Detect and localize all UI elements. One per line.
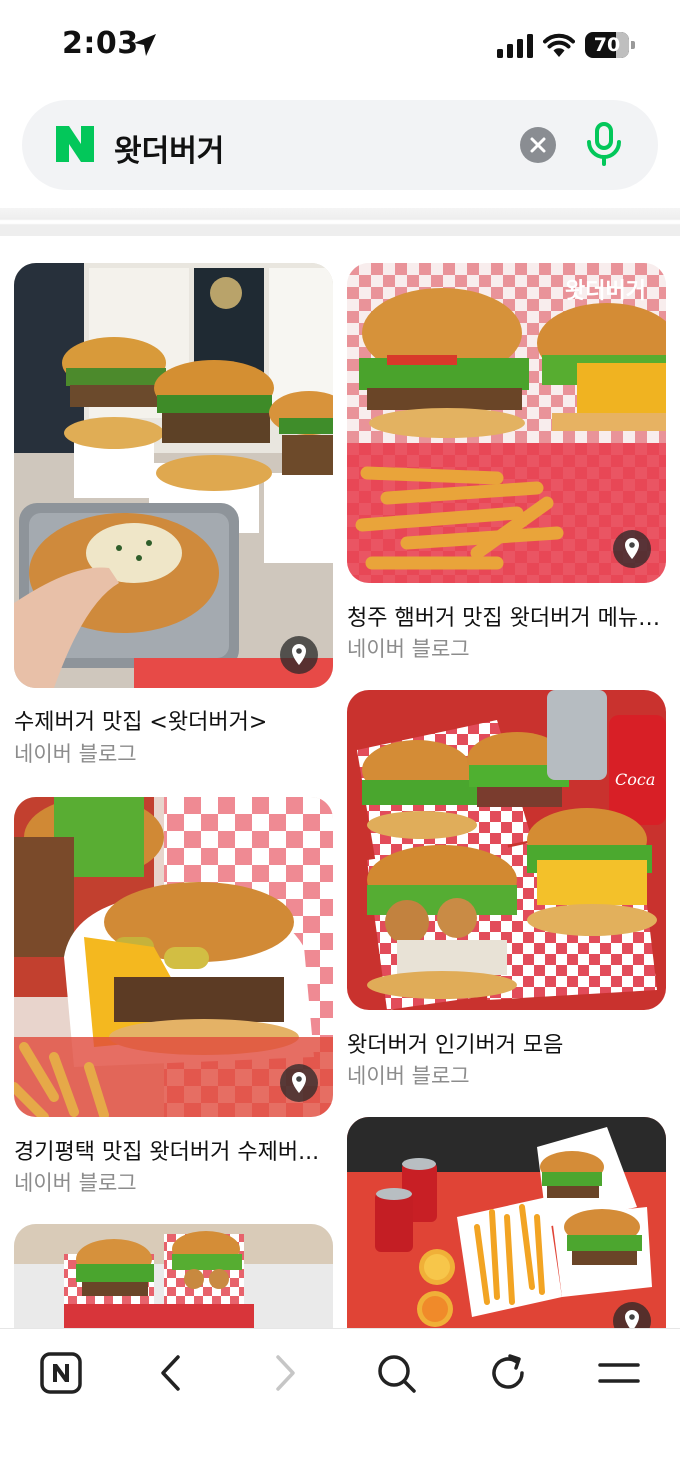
location-pin-badge[interactable] bbox=[613, 530, 651, 568]
battery-level-label: 70 bbox=[593, 34, 621, 56]
clear-search-button[interactable] bbox=[520, 127, 556, 163]
image-result-card[interactable]: 왓더버거 청주 햄버거 맛집 왓더버거 메뉴 ... 네이버 블로그 bbox=[347, 263, 666, 663]
wifi-icon bbox=[543, 33, 575, 57]
search-bar[interactable]: 왓더버거 bbox=[22, 100, 658, 190]
menu-icon[interactable] bbox=[597, 1351, 641, 1395]
naver-home-icon[interactable] bbox=[39, 1351, 83, 1395]
result-title[interactable]: 경기평택 맛집 왓더버거 수제버... bbox=[14, 1134, 333, 1166]
result-image[interactable] bbox=[14, 1224, 333, 1328]
map-pin-icon bbox=[625, 1310, 639, 1328]
result-title[interactable]: 수제버거 맛집 <왓더버거> bbox=[14, 704, 333, 736]
battery-cap bbox=[631, 41, 635, 49]
bottom-toolbar bbox=[0, 1328, 680, 1472]
result-image[interactable] bbox=[347, 1117, 666, 1328]
result-source: 네이버 블로그 bbox=[347, 1064, 470, 1088]
image-result-card[interactable] bbox=[347, 1117, 666, 1328]
result-source: 네이버 블로그 bbox=[14, 742, 137, 766]
map-pin-icon bbox=[292, 1072, 306, 1093]
map-pin-icon bbox=[292, 644, 306, 665]
status-bar: 2:03 70 bbox=[0, 0, 680, 90]
naver-logo-icon bbox=[56, 126, 94, 162]
search-icon[interactable] bbox=[374, 1351, 418, 1395]
image-overlay-text: 왓더버거 bbox=[565, 279, 646, 304]
status-time: 2:03 bbox=[62, 26, 139, 61]
result-image[interactable]: Coca bbox=[347, 690, 666, 1010]
location-pin-badge[interactable] bbox=[280, 636, 318, 674]
result-title[interactable]: 왓더버거 인기버거 모음 bbox=[347, 1027, 666, 1059]
location-pin-badge[interactable] bbox=[280, 1064, 318, 1102]
forward-icon[interactable] bbox=[262, 1351, 306, 1395]
cellular-signal-icon bbox=[497, 34, 533, 58]
result-source: 네이버 블로그 bbox=[347, 637, 470, 661]
result-image[interactable] bbox=[14, 797, 333, 1117]
image-result-card[interactable]: 경기평택 맛집 왓더버거 수제버... 네이버 블로그 bbox=[14, 797, 333, 1197]
location-arrow-icon bbox=[134, 34, 156, 56]
refresh-icon[interactable] bbox=[486, 1351, 530, 1395]
result-image[interactable] bbox=[14, 263, 333, 688]
image-result-card[interactable]: 수제버거 맛집 <왓더버거> 네이버 블로그 bbox=[14, 263, 333, 768]
section-divider bbox=[0, 208, 680, 236]
map-pin-icon bbox=[625, 538, 639, 559]
svg-text:Coca: Coca bbox=[615, 770, 655, 789]
voice-search-mic-icon[interactable] bbox=[584, 122, 624, 166]
result-image[interactable]: 왓더버거 bbox=[347, 263, 666, 583]
result-source: 네이버 블로그 bbox=[14, 1171, 137, 1195]
close-icon bbox=[530, 137, 546, 153]
location-pin-badge[interactable] bbox=[613, 1302, 651, 1328]
battery-indicator: 70 bbox=[585, 32, 635, 58]
image-result-card[interactable] bbox=[14, 1224, 333, 1328]
result-title[interactable]: 청주 햄버거 맛집 왓더버거 메뉴 ... bbox=[347, 600, 666, 632]
search-query-text[interactable]: 왓더버거 bbox=[114, 126, 224, 170]
battery-body: 70 bbox=[585, 32, 629, 58]
back-icon[interactable] bbox=[150, 1351, 194, 1395]
image-result-card[interactable]: Coca 왓더버거 인기버거 모음 네이버 블로그 bbox=[347, 690, 666, 1090]
